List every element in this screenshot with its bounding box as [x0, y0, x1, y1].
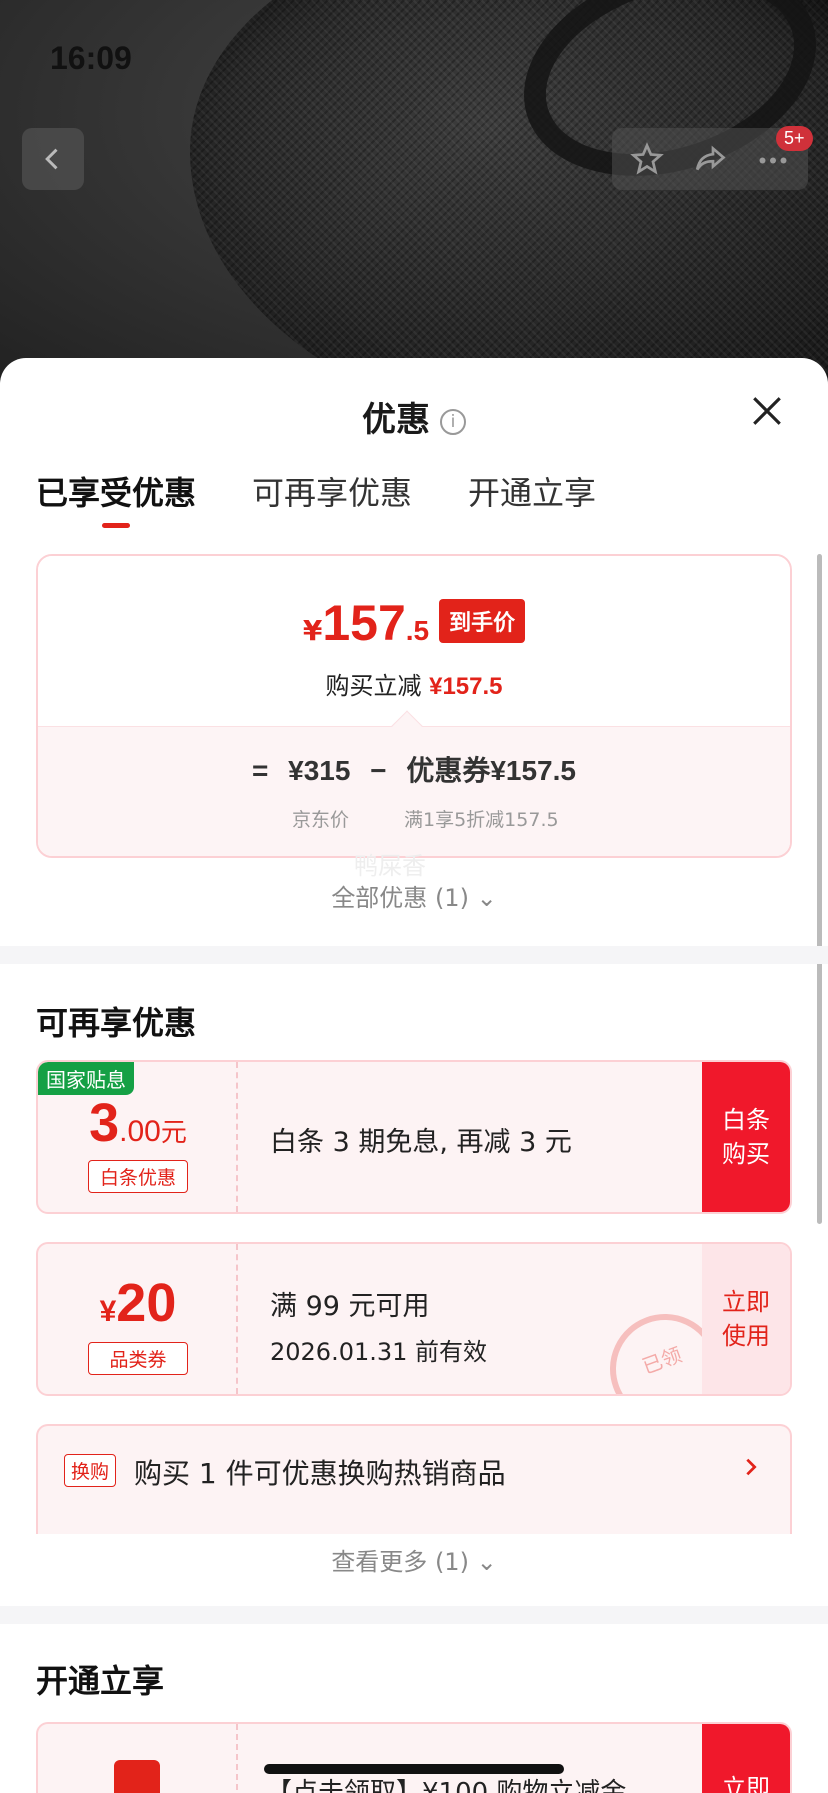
star-icon	[630, 142, 665, 175]
price-currency: ¥	[302, 614, 323, 647]
swap-text: 购买 1 件可优惠换购热销商品	[134, 1457, 506, 1490]
formula-minus: −	[370, 755, 387, 786]
offers-sheet: 优惠 i 已享受优惠 可再享优惠 开通立享 ¥157.5 到手价 购买立减 ¥157…	[0, 358, 828, 1793]
formula-equals: =	[251, 755, 269, 786]
tab-enjoyed[interactable]: 已享受优惠	[36, 468, 196, 528]
all-offers-toggle[interactable]: 全部优惠 (1) ⌄	[0, 878, 828, 913]
amount-decimal: .00	[119, 1115, 161, 1148]
chevron-right-icon	[746, 1458, 757, 1476]
chevron-left-icon	[45, 148, 58, 170]
sheet-title: 优惠 i	[0, 392, 828, 441]
share-button[interactable]	[690, 139, 730, 179]
subsidy-tag: 国家贴息	[38, 1062, 134, 1095]
final-price-tag: 到手价	[439, 599, 526, 643]
more-offers-title: 可再享优惠	[36, 1004, 197, 1042]
notification-badge: 5+	[776, 126, 813, 151]
price-formula: = ¥315 − 优惠券¥157.5	[38, 749, 790, 789]
red-envelope-icon	[114, 1760, 160, 1793]
chevron-down-icon: ⌄	[476, 1548, 497, 1576]
watermark: 鸭屎香	[354, 852, 426, 880]
coupon-currency: ¥	[99, 1295, 117, 1328]
offer-tabs: 已享受优惠 可再享优惠 开通立享	[36, 468, 596, 528]
final-price-card: ¥157.5 到手价 购买立减 ¥157.5 = ¥315 − 优惠券¥157.5…	[36, 554, 792, 858]
coupon-deduction: 优惠券¥157.5	[406, 755, 576, 786]
coupon-condition: 满 99 元可用	[270, 1291, 430, 1322]
coupon-description: 白条 3 期免息, 再减 3 元	[270, 1127, 572, 1158]
base-price-label: 京东价	[292, 809, 350, 831]
open-now-button[interactable]: 立即	[702, 1724, 790, 1793]
swap-offer-row[interactable]: 换购 购买 1 件可优惠换购热销商品	[36, 1424, 792, 1534]
section-divider	[0, 946, 828, 964]
coupon-type-tag: 品类券	[88, 1342, 188, 1375]
instant-reduction: 购买立减 ¥157.5	[38, 666, 790, 701]
back-button[interactable]	[22, 128, 84, 190]
section-divider	[0, 1606, 828, 1624]
tab-open-enjoy[interactable]: 开通立享	[468, 468, 596, 528]
coupon-amount: 3.00元	[38, 1092, 238, 1154]
open-offer-text: 【点击领取】¥100 购物立减金	[266, 1778, 627, 1793]
amount-unit: 元	[160, 1117, 187, 1147]
coupon-amount: ¥20	[38, 1272, 238, 1334]
sheet-title-text: 优惠	[362, 400, 430, 440]
reduction-label: 购买立减	[325, 672, 422, 700]
coupon-value: 20	[116, 1273, 177, 1333]
price-decimal: .5	[405, 615, 430, 646]
category-coupon: ¥20 品类券 满 99 元可用 2026.01.31 前有效 已领 立即 使用	[36, 1242, 792, 1396]
see-more-label: 查看更多 (1)	[331, 1548, 469, 1576]
baitiao-coupon: 国家贴息 3.00元 白条优惠 白条 3 期免息, 再减 3 元 白条 购买	[36, 1060, 792, 1214]
see-more-toggle[interactable]: 查看更多 (1) ⌄	[0, 1542, 828, 1577]
open-offer-card: 【点击领取】¥100 购物立减金 立即	[36, 1722, 792, 1793]
baitiao-buy-button[interactable]: 白条 购买	[702, 1062, 790, 1212]
all-offers-label: 全部优惠 (1)	[331, 884, 469, 912]
use-now-button[interactable]: 立即 使用	[702, 1244, 790, 1394]
favorite-button[interactable]	[627, 139, 667, 179]
share-icon	[695, 145, 726, 171]
amount-integer: 3	[89, 1093, 120, 1153]
base-price: ¥315	[288, 755, 351, 786]
close-icon[interactable]	[750, 394, 784, 428]
final-price: ¥157.5 到手价	[38, 594, 790, 652]
price-integer: 157	[322, 595, 406, 651]
open-enjoy-title: 开通立享	[36, 1662, 165, 1700]
info-icon[interactable]: i	[440, 408, 466, 435]
coupon-deduction-label: 满1享5折减157.5	[404, 809, 559, 831]
swap-tag: 换购	[64, 1454, 117, 1487]
home-indicator	[264, 1764, 564, 1774]
reduction-value: ¥157.5	[429, 673, 503, 700]
chevron-down-icon: ⌄	[476, 884, 497, 912]
coupon-expiry: 2026.01.31 前有效	[270, 1338, 488, 1366]
coupon-type-tag: 白条优惠	[88, 1160, 188, 1193]
status-time: 16:09	[50, 40, 132, 76]
tab-more-offers[interactable]: 可再享优惠	[252, 468, 412, 528]
